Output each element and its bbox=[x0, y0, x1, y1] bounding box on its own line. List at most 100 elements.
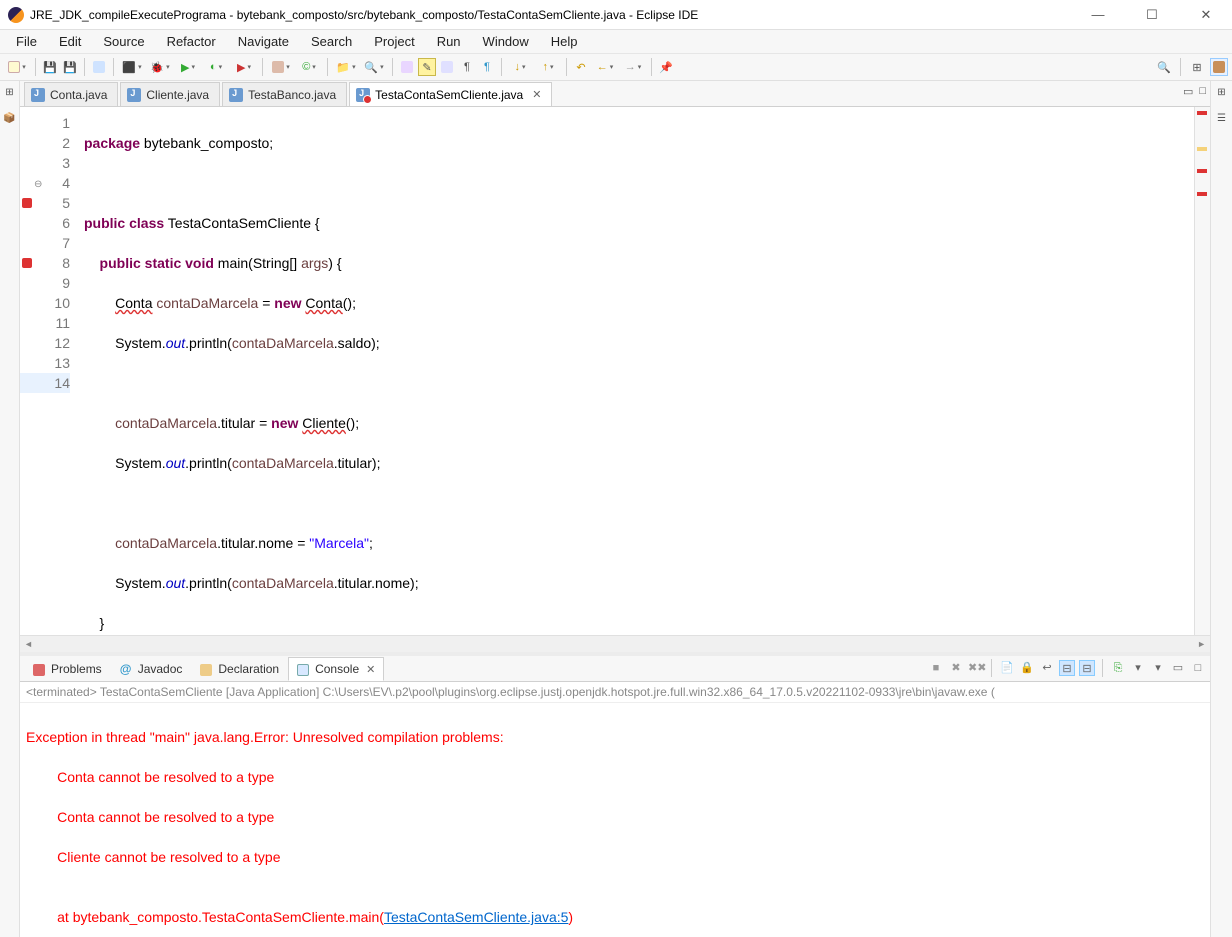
close-tab-icon[interactable]: ✕ bbox=[366, 663, 375, 676]
menu-edit[interactable]: Edit bbox=[49, 32, 91, 51]
scroll-lock-button[interactable]: 🔒 bbox=[1019, 660, 1035, 676]
back-button[interactable]: ← bbox=[592, 58, 618, 76]
separator bbox=[991, 659, 992, 677]
restore-icon[interactable]: ⊞ bbox=[1214, 87, 1230, 103]
eclipse-logo-icon bbox=[8, 7, 24, 23]
display-selected-console-button[interactable]: ▾ bbox=[1130, 660, 1146, 676]
prev-annotation-button[interactable]: ↑ bbox=[535, 58, 561, 76]
tab-label: Javadoc bbox=[138, 662, 183, 676]
quick-access-button[interactable]: 🔍 bbox=[1155, 58, 1173, 76]
minimize-view-icon[interactable]: ▭ bbox=[1183, 85, 1193, 98]
java-perspective-button[interactable] bbox=[1210, 58, 1228, 76]
tab-label: TestaContaSemCliente.java bbox=[375, 88, 523, 102]
terminate-button[interactable]: ■ bbox=[928, 660, 944, 676]
pin-editor-button[interactable]: 📌 bbox=[657, 58, 675, 76]
open-task-button[interactable] bbox=[398, 58, 416, 76]
line-number: 13 bbox=[20, 353, 70, 373]
outline-icon[interactable]: ☰ bbox=[1214, 113, 1230, 129]
code-editor[interactable]: package bytebank_composto; public class … bbox=[76, 107, 1194, 635]
line-number: 3 bbox=[20, 153, 70, 173]
next-annotation-button[interactable]: ↓ bbox=[507, 58, 533, 76]
maximize-view-icon[interactable]: □ bbox=[1199, 85, 1206, 98]
save-button[interactable]: 💾 bbox=[41, 58, 59, 76]
window-controls: — ☐ ✕ bbox=[1080, 7, 1224, 23]
show-whitespace-button[interactable]: ¶ bbox=[458, 58, 476, 76]
tab-testacontasemcliente[interactable]: TestaContaSemCliente.java ✕ bbox=[349, 82, 552, 106]
skip-breakpoints-button[interactable]: ⬛ bbox=[119, 58, 145, 76]
java-file-icon bbox=[229, 88, 243, 102]
menu-run[interactable]: Run bbox=[427, 32, 471, 51]
tab-label: Problems bbox=[51, 662, 102, 676]
maximize-button[interactable]: ☐ bbox=[1134, 7, 1170, 23]
pin-console-button[interactable]: ⎘ bbox=[1110, 660, 1126, 676]
forward-button[interactable]: → bbox=[620, 58, 646, 76]
menu-source[interactable]: Source bbox=[93, 32, 154, 51]
tab-label: Console bbox=[315, 662, 359, 676]
tab-declaration[interactable]: Declaration bbox=[191, 657, 288, 681]
last-edit-button[interactable]: ↶ bbox=[572, 58, 590, 76]
console-line: at bytebank_composto.TestaContaSemClient… bbox=[26, 907, 1204, 927]
console-toolbar: ■ ✖ ✖✖ 📄 🔒 ↩ ⊟ ⊟ ⎘ ▾ ▾ ▭ □ bbox=[928, 659, 1206, 677]
close-tab-icon[interactable]: ✕ bbox=[532, 88, 541, 101]
package-explorer-icon[interactable]: 📦 bbox=[2, 113, 18, 129]
open-type-button[interactable]: 📁 bbox=[333, 58, 359, 76]
save-all-button[interactable]: 💾 bbox=[61, 58, 79, 76]
tab-problems[interactable]: Problems bbox=[24, 657, 111, 681]
toggle-breadcrumb-button[interactable] bbox=[90, 58, 108, 76]
overview-ruler[interactable] bbox=[1194, 107, 1210, 635]
menu-help[interactable]: Help bbox=[541, 32, 588, 51]
separator bbox=[1102, 659, 1103, 677]
error-marker-icon[interactable] bbox=[1197, 111, 1207, 115]
tab-console[interactable]: Console ✕ bbox=[288, 657, 384, 681]
window-title: JRE_JDK_compileExecutePrograma - byteban… bbox=[30, 8, 1080, 22]
open-perspective-button[interactable]: ⊞ bbox=[1188, 58, 1206, 76]
tab-javadoc[interactable]: @ Javadoc bbox=[111, 657, 192, 681]
tab-cliente[interactable]: Cliente.java bbox=[120, 82, 220, 106]
pin-button[interactable]: ¶ bbox=[478, 58, 496, 76]
menu-refactor[interactable]: Refactor bbox=[157, 32, 226, 51]
menu-search[interactable]: Search bbox=[301, 32, 362, 51]
minimize-button[interactable]: — bbox=[1080, 7, 1116, 23]
new-java-package-button[interactable] bbox=[268, 58, 294, 76]
restore-icon[interactable]: ⊞ bbox=[2, 87, 18, 103]
java-file-error-icon bbox=[356, 88, 370, 102]
bottom-panel: Problems @ Javadoc Declaration Console ✕ bbox=[20, 652, 1210, 937]
line-number: 4 bbox=[20, 173, 70, 193]
stack-trace-link[interactable]: TestaContaSemCliente.java:5 bbox=[384, 909, 568, 925]
remove-launch-button[interactable]: ✖ bbox=[948, 660, 964, 676]
error-marker-icon[interactable] bbox=[1197, 169, 1207, 173]
open-console-button[interactable]: ▾ bbox=[1150, 660, 1166, 676]
show-console-when-stdout-button[interactable]: ⊟ bbox=[1059, 660, 1075, 676]
maximize-panel-icon[interactable]: □ bbox=[1190, 660, 1206, 676]
tab-controls: ▭ □ bbox=[1183, 85, 1206, 98]
console-output[interactable]: Exception in thread "main" java.lang.Err… bbox=[20, 703, 1210, 937]
tab-testabanco[interactable]: TestaBanco.java bbox=[222, 82, 347, 106]
menu-window[interactable]: Window bbox=[473, 32, 539, 51]
scroll-left-icon[interactable]: ◄ bbox=[24, 639, 33, 649]
debug-button[interactable]: 🐞 bbox=[147, 58, 173, 76]
horizontal-scrollbar[interactable]: ◄ ► bbox=[20, 635, 1210, 652]
toggle-block-button[interactable] bbox=[438, 58, 456, 76]
search-button[interactable]: 🔍 bbox=[361, 58, 387, 76]
clear-console-button[interactable]: 📄 bbox=[999, 660, 1015, 676]
tab-conta[interactable]: Conta.java bbox=[24, 82, 118, 106]
run-button[interactable]: ▶ bbox=[175, 58, 201, 76]
menu-project[interactable]: Project bbox=[364, 32, 424, 51]
toggle-highlight-button[interactable]: ✎ bbox=[418, 58, 436, 76]
line-number: 8 bbox=[20, 253, 70, 273]
run-last-button[interactable]: ▶ bbox=[231, 58, 257, 76]
new-java-class-button[interactable]: © bbox=[296, 58, 322, 76]
close-window-button[interactable]: ✕ bbox=[1188, 7, 1224, 23]
menu-navigate[interactable]: Navigate bbox=[228, 32, 299, 51]
error-marker-icon[interactable] bbox=[1197, 192, 1207, 196]
minimize-panel-icon[interactable]: ▭ bbox=[1170, 660, 1186, 676]
tab-label: Declaration bbox=[218, 662, 279, 676]
menu-file[interactable]: File bbox=[6, 32, 47, 51]
word-wrap-button[interactable]: ↩ bbox=[1039, 660, 1055, 676]
warning-marker-icon[interactable] bbox=[1197, 147, 1207, 151]
show-console-when-stderr-button[interactable]: ⊟ bbox=[1079, 660, 1095, 676]
remove-all-button[interactable]: ✖✖ bbox=[968, 660, 984, 676]
coverage-button[interactable]: ◐ bbox=[203, 58, 229, 76]
scroll-right-icon[interactable]: ► bbox=[1197, 639, 1206, 649]
new-button[interactable] bbox=[4, 58, 30, 76]
